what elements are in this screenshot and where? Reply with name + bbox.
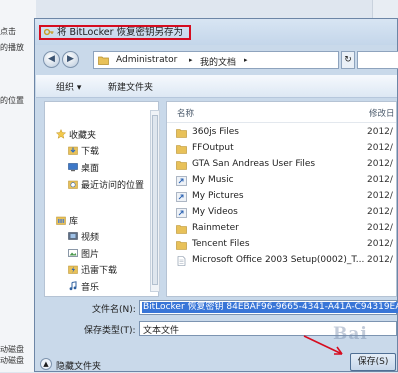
file-row[interactable]: Microsoft Office 2003 Setup(0002)_T... 2… [167, 253, 398, 268]
forward-button[interactable]: ▶ [62, 51, 79, 68]
arrow-left-icon: ◀ [48, 54, 55, 64]
folder-icon [176, 129, 187, 138]
key-icon [44, 28, 54, 36]
arrow-right-icon: ▶ [67, 54, 74, 64]
folder-icon [176, 241, 187, 250]
save-button[interactable]: 保存(S) [350, 353, 396, 371]
folder-icon [176, 225, 187, 234]
text-file-icon [177, 256, 186, 266]
shortcut-folder-icon [176, 208, 187, 218]
annotation-arrow [303, 335, 343, 355]
breadcrumb-separator[interactable]: ▸ [189, 56, 193, 64]
filename-field[interactable]: BitLocker 恢复密钥 84EBAF96-9665-4341-A41A-C… [139, 300, 398, 315]
filename-label: 文件名(N): [92, 305, 136, 315]
hide-folders-toggle[interactable]: ▲ [40, 358, 52, 370]
chevron-up-icon: ▲ [43, 360, 49, 368]
file-row[interactable]: FFOutput 2012/ [167, 141, 398, 156]
column-header-name[interactable]: 名称 [177, 107, 194, 119]
breadcrumb-separator[interactable]: ▸ [244, 56, 248, 64]
file-row[interactable]: My Pictures 2012/ [167, 189, 398, 204]
video-library-icon [68, 232, 78, 240]
refresh-button[interactable]: ↻ [341, 51, 355, 69]
column-header-modified[interactable]: 修改日 [369, 107, 395, 119]
background-window: 点击 的播放 的位置 动磁盘 动磁盘 [0, 0, 36, 372]
filetype-value: 文本文件 [143, 326, 180, 336]
address-row: ◀ ▶ Administrator ▸ 我的文档 ▸ ↻ [35, 47, 398, 73]
pictures-library-icon [68, 249, 78, 257]
star-icon [56, 129, 66, 139]
save-as-dialog: 将 BitLocker 恢复密钥另存为 ◀ ▶ Administrator ▸ … [34, 18, 398, 372]
hide-folders-label[interactable]: 隐藏文件夹 [56, 359, 101, 372]
title-bar: 将 BitLocker 恢复密钥另存为 [35, 19, 397, 45]
column-header-row: 名称 修改日 [167, 102, 396, 123]
back-button[interactable]: ◀ [43, 51, 60, 68]
background-text: 动磁盘 [0, 356, 24, 365]
background-text: 动磁盘 [0, 345, 24, 354]
file-row[interactable]: Tencent Files 2012/ [167, 237, 398, 252]
scrollbar-thumb[interactable] [152, 115, 158, 285]
background-text: 的播放 [0, 43, 24, 52]
folder-icon [98, 56, 109, 65]
navigation-scrollbar[interactable] [150, 110, 160, 292]
background-text: 的位置 [0, 96, 24, 105]
background-text: 点击 [0, 27, 16, 36]
folder-icon [176, 161, 187, 170]
filename-selected-text: BitLocker 恢复密钥 84EBAF96-9665-4341-A41A-C… [142, 302, 398, 313]
toolbar: 组织 ▾ 新建文件夹 [36, 75, 397, 98]
file-row[interactable]: My Videos 2012/ [167, 205, 398, 220]
shortcut-folder-icon [176, 192, 187, 202]
new-folder-button[interactable]: 新建文件夹 [108, 80, 153, 93]
file-row[interactable]: My Music 2012/ [167, 173, 398, 188]
breadcrumb-administrator[interactable]: Administrator [116, 55, 177, 65]
title-highlight-box: 将 BitLocker 恢复密钥另存为 [39, 25, 191, 40]
refresh-icon: ↻ [344, 55, 352, 65]
file-row[interactable]: 360js Files 2012/ [167, 125, 398, 140]
recent-places-icon [68, 180, 78, 189]
search-input[interactable] [357, 51, 398, 69]
filetype-label: 保存类型(T): [84, 326, 136, 336]
breadcrumb-documents[interactable]: 我的文档 [200, 55, 236, 68]
folder-icon [176, 145, 187, 154]
dialog-title: 将 BitLocker 恢复密钥另存为 [57, 27, 183, 38]
file-row[interactable]: Rainmeter 2012/ [167, 221, 398, 236]
navigation-pane: 收藏夹 下载 桌面 最近访问的位置 库 视频 图片 迅雷下载 音乐 [44, 101, 159, 297]
download-folder-icon [68, 146, 78, 155]
file-row[interactable]: GTA San Andreas User Files 2012/ [167, 157, 398, 172]
library-icon [56, 216, 66, 225]
organize-button[interactable]: 组织 ▾ [56, 80, 81, 93]
file-list: 名称 修改日 360js Files 2012/ FFOutput 2012/ … [166, 101, 397, 297]
address-bar[interactable]: Administrator ▸ 我的文档 ▸ [93, 51, 339, 69]
music-library-icon [69, 281, 77, 291]
thunder-download-icon [68, 265, 78, 274]
desktop-icon [68, 163, 78, 172]
shortcut-folder-icon [176, 176, 187, 186]
